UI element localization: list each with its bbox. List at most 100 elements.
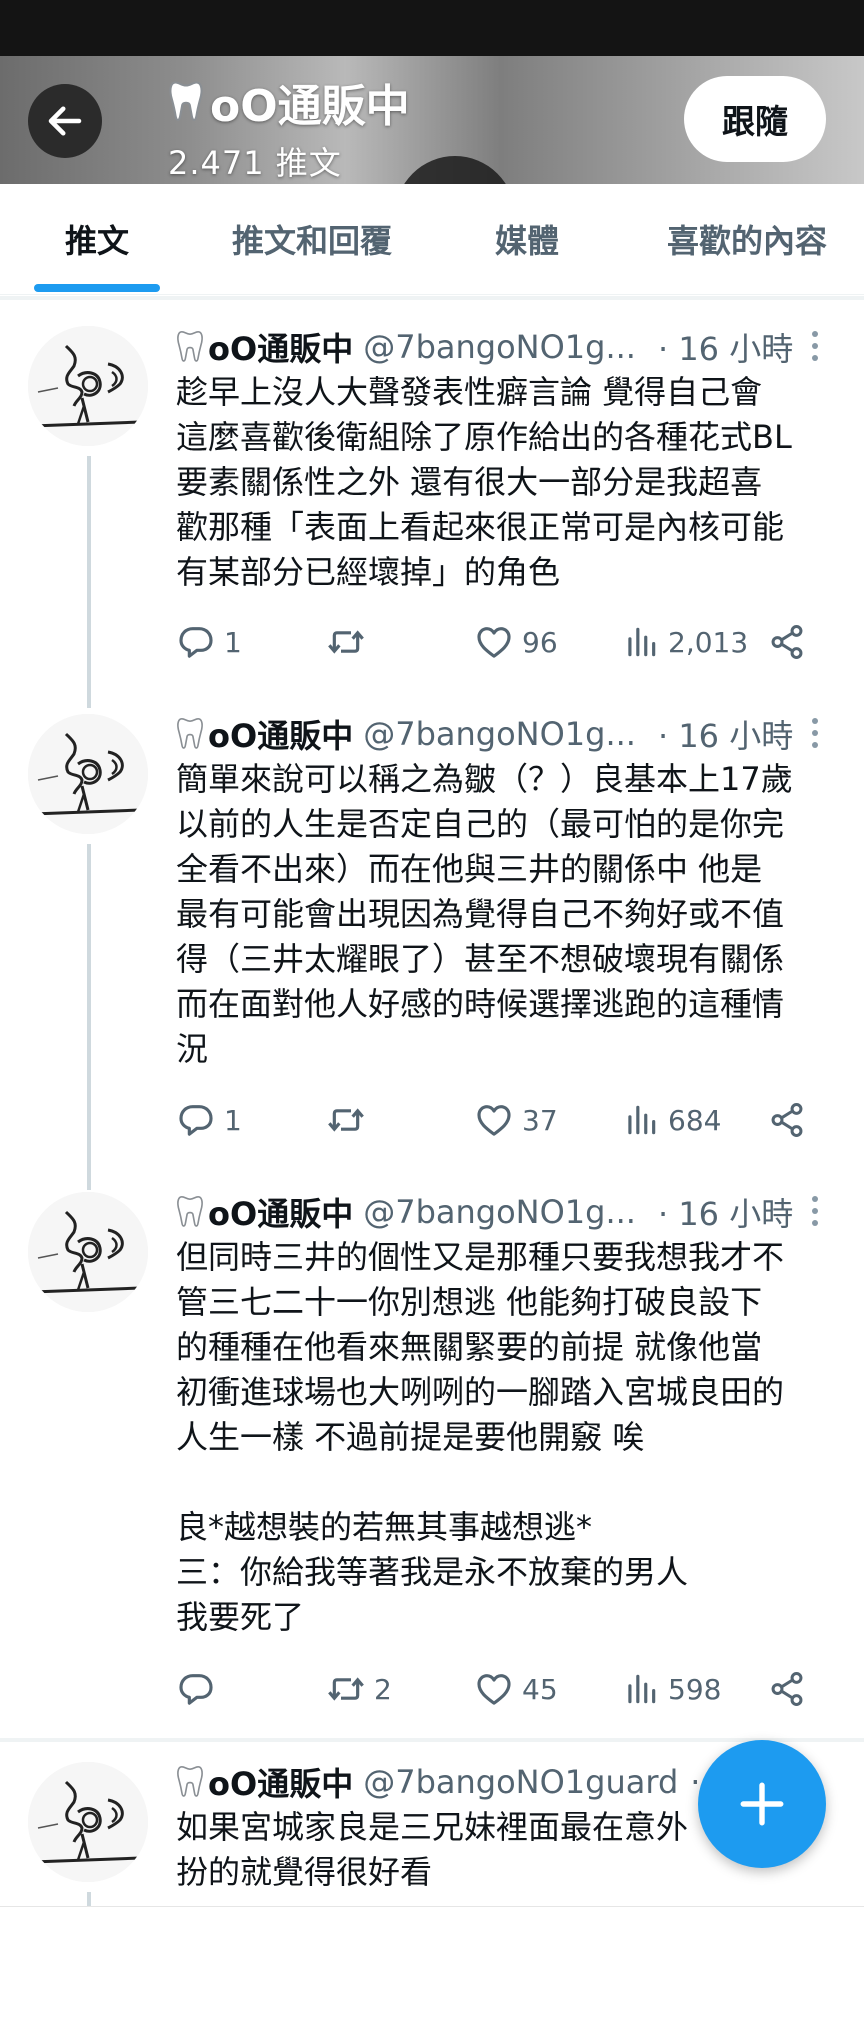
tweet-text-line: 我要死了 — [176, 1598, 305, 1636]
status-bar — [0, 0, 864, 56]
view-count: 2,013 — [668, 625, 749, 659]
share-button[interactable] — [768, 617, 806, 667]
retweet-button[interactable] — [326, 617, 374, 667]
like-button[interactable]: 45 — [474, 1664, 558, 1714]
tweet-text-line: 這麼喜歡後衛組除了原作給出的各種花式BL — [176, 418, 792, 456]
tooth-icon — [176, 329, 204, 365]
tweet-text: 簡單來說可以稱之為皺（？）良基本上17歲 以前的人生是否定自己的（最可怕的是你完… — [176, 757, 852, 1072]
profile-name: oO通販中 — [210, 81, 410, 132]
retweet-icon — [326, 622, 366, 662]
share-button[interactable] — [768, 1664, 806, 1714]
banner-shape — [395, 156, 515, 184]
tooth-icon — [168, 79, 204, 125]
tooth-icon — [176, 716, 204, 752]
tweet-text-line: 要素關係性之外 還有很大一部分是我超喜 — [176, 463, 763, 501]
reply-button[interactable]: 1 — [176, 617, 242, 667]
tab-likes[interactable]: 喜歡的內容 — [652, 184, 842, 294]
display-name[interactable]: oO通販中 — [208, 1189, 353, 1235]
more-options-icon[interactable] — [800, 324, 830, 368]
tweet-text-line: 得（三井太耀眼了）甚至不想破壞現有關係 — [176, 940, 785, 978]
tweet-text-line: 以前的人生是否定自己的（最可怕的是你完 — [176, 805, 785, 843]
thread-line — [87, 1892, 91, 1906]
heart-icon — [474, 1669, 514, 1709]
share-icon — [768, 623, 806, 661]
tweet-text-line: 但同時三井的個性又是那種只要我想我才不 — [176, 1238, 785, 1276]
thread-line — [87, 844, 91, 1190]
retweet-button[interactable]: 2 — [326, 1664, 392, 1714]
avatar-image — [28, 1192, 148, 1312]
retweet-count: 2 — [374, 1672, 392, 1706]
tweet-header: oO通販中 @7bangoNO1g... · 16 小時 — [176, 324, 793, 370]
follow-button[interactable]: 跟隨 — [684, 76, 826, 162]
tweet-text: 趁早上沒人大聲發表性癖言論 覺得自己會 這麼喜歡後衛組除了原作給出的各種花式BL… — [176, 370, 852, 595]
back-button[interactable] — [28, 84, 102, 158]
avatar-image — [28, 326, 148, 446]
more-options-icon[interactable] — [800, 1189, 830, 1233]
retweet-icon — [326, 1669, 366, 1709]
tweet-text-line: 三：你給我等著我是永不放棄的男人 — [176, 1553, 689, 1591]
reply-icon — [176, 1669, 216, 1709]
display-name[interactable]: oO通販中 — [208, 324, 353, 370]
tweet-time[interactable]: · 16 小時 — [658, 711, 793, 757]
view-count: 598 — [668, 1672, 722, 1706]
avatar[interactable] — [28, 1762, 148, 1882]
views-icon — [622, 1670, 660, 1708]
like-button[interactable]: 37 — [474, 1095, 558, 1145]
tweet-header: oO通販中 @7bangoNO1g... · 16 小時 — [176, 1189, 793, 1235]
tab-tweets[interactable]: 推文 — [34, 184, 160, 294]
display-name[interactable]: oO通販中 — [208, 1759, 353, 1805]
tweet-text-line: 趁早上沒人大聲發表性癖言論 覺得自己會 — [176, 373, 763, 411]
tab-tweets-replies[interactable]: 推文和回覆 — [212, 184, 412, 294]
tweet-text-line: 的種種在他看來無關緊要的前提 就像他當 — [176, 1328, 763, 1366]
tweet-header: oO通販中 @7bangoNO1guard · — [176, 1759, 700, 1805]
reply-icon — [176, 622, 216, 662]
tweet-time[interactable]: · 16 小時 — [658, 324, 793, 370]
thread-line — [87, 456, 91, 708]
avatar-image — [28, 1762, 148, 1882]
share-button[interactable] — [768, 1095, 806, 1145]
tweet-text-line: 人生一樣 不過前提是要他開竅 唉 — [176, 1418, 645, 1456]
share-icon — [768, 1101, 806, 1139]
tweet-actions: 1 37 684 — [176, 1095, 816, 1145]
like-count: 45 — [522, 1672, 558, 1706]
retweet-button[interactable] — [326, 1095, 374, 1145]
tooth-icon — [176, 1764, 204, 1800]
tab-media[interactable]: 媒體 — [462, 184, 592, 294]
compose-tweet-button[interactable] — [698, 1740, 826, 1868]
more-options-icon[interactable] — [800, 711, 830, 755]
reply-button[interactable] — [176, 1664, 224, 1714]
tweet-text-line: 全看不出來）而在他與三井的關係中 他是 — [176, 850, 763, 888]
tweet-text-line: 而在面對他人好感的時候選擇逃跑的這種情 — [176, 985, 785, 1023]
avatar[interactable] — [28, 714, 148, 834]
tweet-time[interactable]: · 16 小時 — [658, 1189, 793, 1235]
heart-icon — [474, 1100, 514, 1140]
bottom-bar — [0, 1906, 864, 2017]
display-name[interactable]: oO通販中 — [208, 711, 353, 757]
tweet-text-line: 簡單來說可以稱之為皺（？）良基本上17歲 — [176, 760, 793, 798]
like-count: 37 — [522, 1103, 558, 1137]
tweet-text-line: 最有可能會出現因為覺得自己不夠好或不值 — [176, 895, 785, 933]
share-icon — [768, 1670, 806, 1708]
divider — [0, 294, 864, 295]
tweet-header: oO通販中 @7bangoNO1g... · 16 小時 — [176, 711, 793, 757]
retweet-icon — [326, 1100, 366, 1140]
reply-button[interactable]: 1 — [176, 1095, 242, 1145]
tweet-text-line — [176, 1460, 852, 1505]
tweet-text: 但同時三井的個性又是那種只要我想我才不 管三七二十一你別想逃 他能夠打破良設下 … — [176, 1235, 852, 1640]
tweet-actions: 1 96 2,013 — [176, 617, 816, 667]
user-handle: @7bangoNO1g... — [363, 328, 636, 366]
avatar[interactable] — [28, 1192, 148, 1312]
divider — [0, 1738, 864, 1742]
reply-count: 1 — [224, 625, 242, 659]
views-button[interactable]: 684 — [622, 1095, 721, 1145]
tweet-text-line: 管三七二十一你別想逃 他能夠打破良設下 — [176, 1283, 763, 1321]
like-button[interactable]: 96 — [474, 617, 558, 667]
avatar[interactable] — [28, 326, 148, 446]
tweet-text-line: 歡那種「表面上看起來很正常可是內核可能 — [176, 508, 785, 546]
profile-header: oO通販中 2.471 推文 跟隨 — [0, 56, 864, 184]
views-button[interactable]: 598 — [622, 1664, 721, 1714]
tweet-count: 2.471 推文 — [168, 144, 342, 182]
tweet-text-line: 良*越想裝的若無其事越想逃* — [176, 1508, 593, 1546]
views-button[interactable]: 2,013 — [622, 617, 748, 667]
user-handle: @7bangoNO1guard — [363, 1763, 679, 1801]
